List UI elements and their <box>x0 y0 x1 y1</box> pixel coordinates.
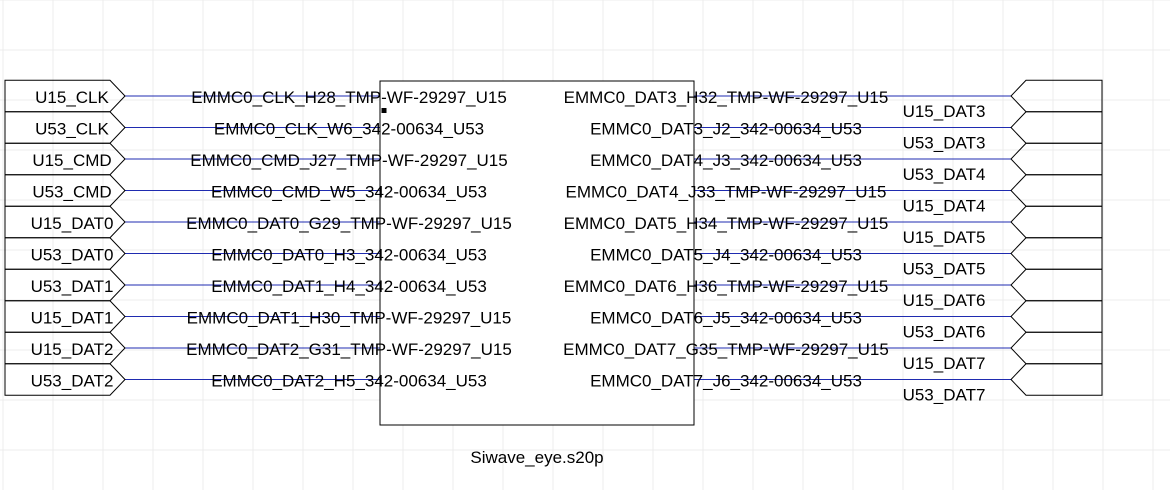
right-pin-label: EMMC0_DAT7_J6_342-00634_U53 <box>590 372 862 391</box>
left-pin-label: EMMC0_DAT0_G29_TMP-WF-29297_U15 <box>186 214 512 233</box>
port-label: U53_DAT2 <box>31 372 114 391</box>
port-label: U53_DAT0 <box>31 246 114 265</box>
port-shape <box>1010 268 1103 302</box>
port-label: U15_CMD <box>32 151 111 170</box>
port-label: U15_DAT3 <box>903 102 986 121</box>
left-port[interactable]: U15_DAT1 <box>4 300 126 333</box>
port-shape <box>1010 142 1103 176</box>
right-pin-label: EMMC0_DAT5_H34_TMP-WF-29297_U15 <box>564 214 889 233</box>
left-port[interactable]: U15_CLK <box>4 79 126 113</box>
port-label: U15_DAT4 <box>903 197 986 216</box>
port-label: U53_DAT7 <box>903 386 986 405</box>
schematic-canvas: U15_CLK U53_CLK U15_CMD U53_CMD U15_DAT0 U53_… <box>0 0 1170 490</box>
left-port[interactable]: U53_CLK <box>4 111 126 144</box>
right-pin-label: EMMC0_DAT3_J2_342-00634_U53 <box>590 120 862 139</box>
left-port[interactable]: U53_CMD <box>4 174 126 207</box>
port-label: U53_DAT3 <box>903 134 986 153</box>
left-pin-label: EMMC0_DAT2_H5_342-00634_U53 <box>211 372 487 391</box>
port-shape <box>1010 331 1103 365</box>
port-label: U53_CLK <box>35 120 109 139</box>
right-pin-label: EMMC0_DAT4_J3_342-00634_U53 <box>590 151 862 170</box>
right-pin-label: EMMC0_DAT3_H32_TMP-WF-29297_U15 <box>564 88 889 107</box>
port-label: U15_DAT6 <box>903 291 986 310</box>
port-label: U53_DAT1 <box>31 277 114 296</box>
port-shape <box>1010 205 1103 239</box>
port-shape <box>1010 111 1103 144</box>
right-pin-label: EMMC0_DAT5_J4_342-00634_U53 <box>590 246 862 265</box>
left-port[interactable]: U15_DAT0 <box>4 205 126 239</box>
port-label: U53_DAT5 <box>903 260 986 279</box>
port-label: U15_DAT7 <box>903 354 986 373</box>
right-pin-label: EMMC0_DAT6_H36_TMP-WF-29297_U15 <box>564 277 889 296</box>
left-port[interactable]: U53_DAT2 <box>4 363 126 396</box>
port-shape <box>1010 363 1103 396</box>
right-port-group: U15_DAT3 U53_DAT3 U53_DAT4 U15_DAT4 U15_DAT5… <box>903 79 1103 405</box>
port-label: U15_DAT5 <box>903 228 986 247</box>
pin1-marker <box>381 108 387 113</box>
left-pin-label: EMMC0_CLK_W6_342-00634_U53 <box>214 120 484 139</box>
port-label: U15_DAT0 <box>31 214 114 233</box>
port-label: U15_DAT1 <box>31 309 114 328</box>
left-port[interactable]: U53_DAT1 <box>4 268 126 302</box>
right-pin-label: EMMC0_DAT6_J5_342-00634_U53 <box>590 309 862 328</box>
right-pin-label: EMMC0_DAT7_G35_TMP-WF-29297_U15 <box>563 340 889 359</box>
left-port[interactable]: U15_DAT2 <box>4 331 126 365</box>
port-label: U53_DAT4 <box>903 165 986 184</box>
right-pin-label: EMMC0_DAT4_J33_TMP-WF-29297_U15 <box>566 183 887 202</box>
port-label: U15_CLK <box>35 88 109 107</box>
port-shape <box>1010 174 1103 207</box>
left-pin-label: EMMC0_DAT2_G31_TMP-WF-29297_U15 <box>186 340 512 359</box>
port-label: U53_CMD <box>32 183 111 202</box>
left-pin-label: EMMC0_CLK_H28_TMP-WF-29297_U15 <box>191 88 507 107</box>
left-pin-label: EMMC0_DAT1_H30_TMP-WF-29297_U15 <box>187 309 512 328</box>
left-pin-label: EMMC0_CMD_J27_TMP-WF-29297_U15 <box>190 151 507 170</box>
left-port-group: U15_CLK U53_CLK U15_CMD U53_CMD U15_DAT0 U53_… <box>4 79 126 396</box>
left-pin-label: EMMC0_DAT0_H3_342-00634_U53 <box>211 246 487 265</box>
port-shape <box>1010 237 1103 270</box>
left-port[interactable]: U53_DAT0 <box>4 237 126 270</box>
port-shape <box>1010 300 1103 333</box>
port-label: U15_DAT2 <box>31 340 114 359</box>
left-port[interactable]: U15_CMD <box>4 142 126 176</box>
right-port[interactable]: U15_DAT3 <box>903 79 1103 121</box>
left-pin-label: EMMC0_CMD_W5_342-00634_U53 <box>211 183 487 202</box>
left-pin-label: EMMC0_DAT1_H4_342-00634_U53 <box>211 277 487 296</box>
port-shape <box>1010 79 1103 113</box>
component-name: Siwave_eye.s20p <box>470 448 603 467</box>
port-label: U53_DAT6 <box>903 323 986 342</box>
